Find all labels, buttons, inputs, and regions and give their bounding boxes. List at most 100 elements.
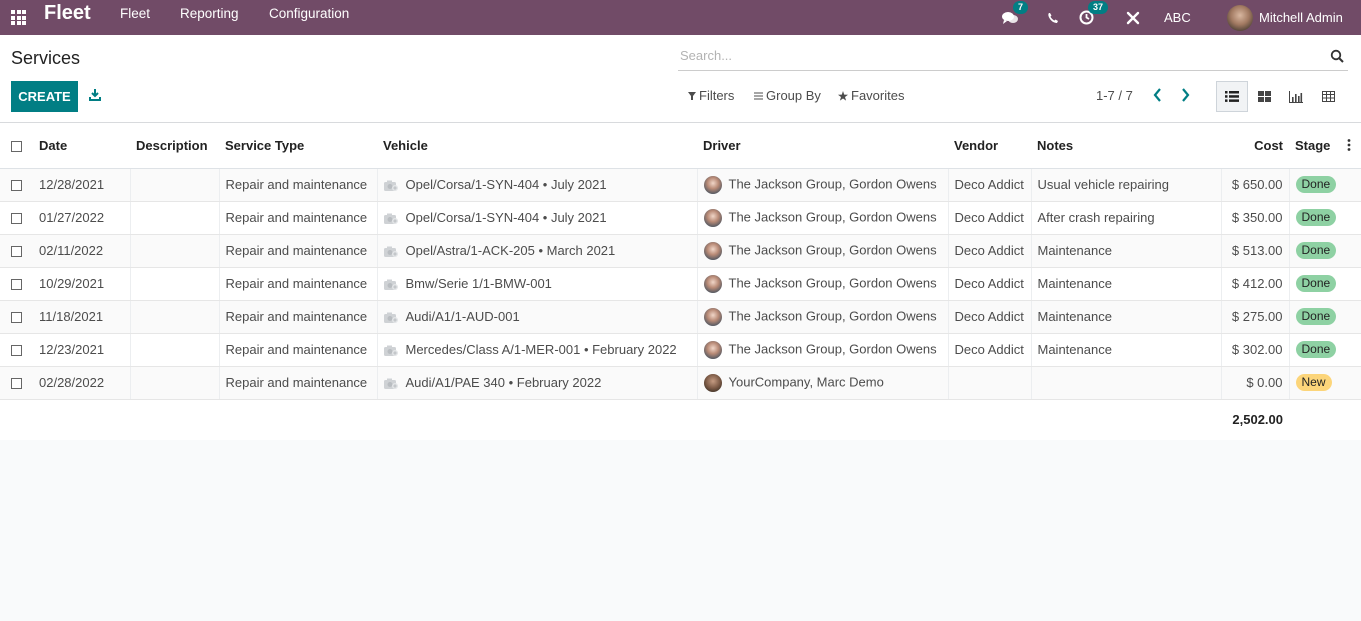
cell-notes[interactable]: Maintenance [1030,300,1221,334]
cell-cost[interactable]: $ 412.00 [1220,267,1289,301]
cell-notes[interactable] [1030,366,1221,400]
chevron-right-icon[interactable] [1178,87,1192,103]
cell-stage[interactable]: Done [1288,333,1361,367]
cell-notes[interactable]: Maintenance [1030,267,1221,301]
activities-button[interactable]: 37 [1079,0,1109,35]
create-button[interactable]: CREATE [11,81,78,112]
app-brand[interactable]: Fleet [44,2,91,25]
cell-cost[interactable]: $ 350.00 [1220,201,1289,235]
cell-vehicle[interactable]: Bmw/Serie 1/1-BMW-001 [376,267,697,301]
cell-driver[interactable]: The Jackson Group, Gordon Owens [696,300,948,334]
table-row[interactable]: 11/18/2021 Repair and maintenance Audi/A1/… [0,300,1361,334]
cell-description[interactable] [129,168,219,202]
menu-configuration[interactable]: Configuration [269,6,349,21]
column-driver[interactable]: Driver [697,123,948,169]
table-row[interactable]: 02/11/2022 Repair and maintenance Opel/Ast… [0,234,1361,268]
cell-cost[interactable]: $ 650.00 [1220,168,1289,202]
cell-stage[interactable]: Done [1288,168,1361,202]
company-switcher[interactable]: ABC [1164,0,1191,35]
column-stage[interactable]: Stage [1289,123,1361,169]
cell-service-type[interactable]: Repair and maintenance [218,366,377,400]
cell-stage[interactable]: New [1288,366,1361,400]
cell-driver[interactable]: The Jackson Group, Gordon Owens [696,333,948,367]
row-checkbox[interactable] [11,345,22,357]
cell-notes[interactable]: Maintenance [1030,234,1221,268]
column-date[interactable]: Date [33,123,130,169]
cell-vendor[interactable]: Deco Addict [947,201,1031,235]
cell-description[interactable] [129,333,219,367]
table-row[interactable]: 01/27/2022 Repair and maintenance Opel/Cor… [0,201,1361,235]
cell-date[interactable]: 10/29/2021 [33,267,130,301]
cell-date[interactable]: 12/23/2021 [33,333,130,367]
cell-vendor[interactable]: Deco Addict [947,333,1031,367]
cell-stage[interactable]: Done [1288,300,1361,334]
cell-vehicle[interactable]: Mercedes/Class A/1-MER-001 • February 20… [376,333,697,367]
cell-vendor[interactable]: Deco Addict [947,168,1031,202]
cell-vehicle[interactable]: Opel/Corsa/1-SYN-404 • July 2021 [376,201,697,235]
cell-vehicle[interactable]: Opel/Corsa/1-SYN-404 • July 2021 [376,168,697,202]
pivot-view-button[interactable] [1312,81,1344,112]
kanban-view-button[interactable] [1248,81,1280,112]
cell-vehicle[interactable]: Audi/A1/1-AUD-001 [376,300,697,334]
cell-cost[interactable]: $ 275.00 [1220,300,1289,334]
cell-description[interactable] [129,234,219,268]
column-notes[interactable]: Notes [1031,123,1221,169]
cell-stage[interactable]: Done [1288,201,1361,235]
row-checkbox[interactable] [11,378,22,390]
optional-columns-icon[interactable] [1347,139,1351,151]
cell-date[interactable]: 12/28/2021 [33,168,130,202]
cell-vehicle[interactable]: Opel/Astra/1-ACK-205 • March 2021 [376,234,697,268]
column-cost[interactable]: Cost [1221,123,1289,169]
cell-vendor[interactable]: Deco Addict [947,300,1031,334]
row-checkbox[interactable] [11,312,22,324]
group-by-button[interactable]: Group By [754,88,821,103]
cell-vehicle[interactable]: Audi/A1/PAE 340 • February 2022 [376,366,697,400]
cell-service-type[interactable]: Repair and maintenance [218,333,377,367]
table-row[interactable]: 12/23/2021 Repair and maintenance Mercedes… [0,333,1361,367]
cell-driver[interactable]: The Jackson Group, Gordon Owens [696,234,948,268]
cell-vendor[interactable] [947,366,1031,400]
cell-notes[interactable]: Usual vehicle repairing [1030,168,1221,202]
apps-menu-icon[interactable] [11,10,27,25]
list-view-button[interactable] [1216,81,1248,112]
row-checkbox[interactable] [11,213,22,225]
cell-cost[interactable]: $ 513.00 [1220,234,1289,268]
debug-tools-button[interactable] [1126,0,1140,35]
download-icon[interactable] [88,88,102,102]
search-input[interactable] [680,48,1320,63]
cell-date[interactable]: 01/27/2022 [33,201,130,235]
cell-service-type[interactable]: Repair and maintenance [218,234,377,268]
cell-notes[interactable]: After crash repairing [1030,201,1221,235]
pager-value[interactable]: 1-7 / 7 [1096,88,1133,103]
cell-service-type[interactable]: Repair and maintenance [218,300,377,334]
phone-button[interactable] [1047,0,1059,35]
search-icon[interactable] [1330,49,1344,63]
row-checkbox[interactable] [11,246,22,258]
menu-reporting[interactable]: Reporting [180,6,239,21]
column-vendor[interactable]: Vendor [948,123,1031,169]
column-vehicle[interactable]: Vehicle [377,123,697,169]
filters-button[interactable]: Filters [688,88,734,103]
row-checkbox[interactable] [11,180,22,192]
cell-cost[interactable]: $ 302.00 [1220,333,1289,367]
row-checkbox[interactable] [11,279,22,291]
cell-description[interactable] [129,300,219,334]
cell-driver[interactable]: The Jackson Group, Gordon Owens [696,201,948,235]
menu-fleet[interactable]: Fleet [120,6,150,21]
cell-vendor[interactable]: Deco Addict [947,267,1031,301]
column-description[interactable]: Description [130,123,219,169]
table-row[interactable]: 10/29/2021 Repair and maintenance Bmw/Seri… [0,267,1361,301]
column-service-type[interactable]: Service Type [219,123,377,169]
cell-vendor[interactable]: Deco Addict [947,234,1031,268]
cell-cost[interactable]: $ 0.00 [1220,366,1289,400]
cell-driver[interactable]: YourCompany, Marc Demo [696,366,948,400]
cell-date[interactable]: 02/28/2022 [33,366,130,400]
table-row[interactable]: 12/28/2021 Repair and maintenance Opel/Cor… [0,168,1361,202]
cell-service-type[interactable]: Repair and maintenance [218,267,377,301]
graph-view-button[interactable] [1280,81,1312,112]
cell-service-type[interactable]: Repair and maintenance [218,201,377,235]
cell-date[interactable]: 11/18/2021 [33,300,130,334]
cell-description[interactable] [129,267,219,301]
chevron-left-icon[interactable] [1151,87,1165,103]
cell-description[interactable] [129,201,219,235]
